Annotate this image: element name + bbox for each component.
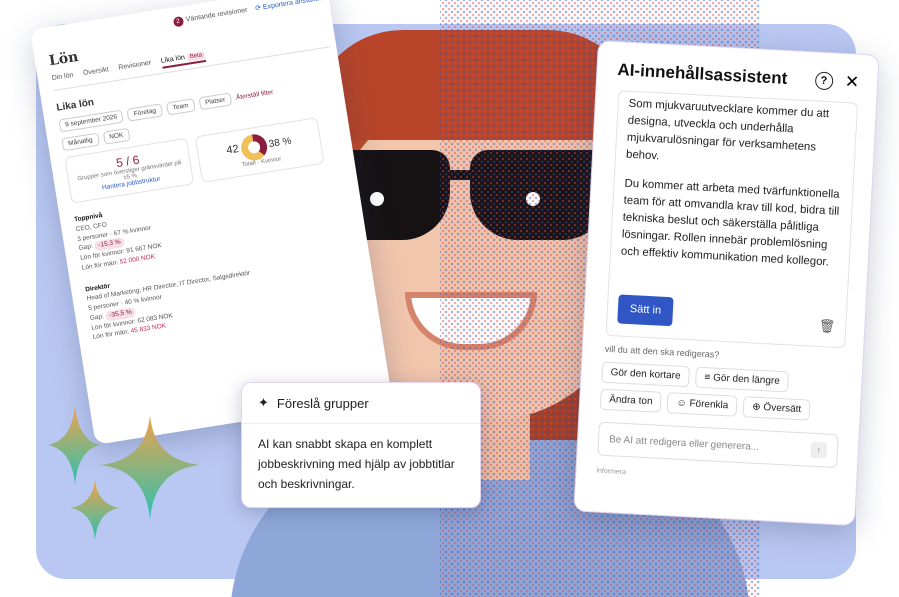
reset-filter-link[interactable]: Återställ filter [236,89,274,102]
help-icon[interactable]: ? [814,71,834,91]
period-select[interactable]: Månatlig [61,132,100,152]
generated-text-box[interactable]: Som mjukvaruutvecklare kommer du att des… [605,90,859,349]
prompt-input[interactable]: Be AI att redigera eller generera... ↑ [597,421,839,469]
tab-oversikt[interactable]: Översikt [83,66,110,81]
filter-team[interactable]: Team [165,98,196,116]
tab-lika-lon[interactable]: Lika lön Beta [160,50,207,69]
popup-title: Föreslå grupper [276,395,369,411]
tab-revisioner[interactable]: Revisioner [118,59,152,75]
footer-note: informera [596,467,627,477]
simplify-button[interactable]: ☺ Förenkla [666,392,738,417]
insert-button[interactable]: Sätt in [617,294,674,327]
sparkle-icon [48,405,200,540]
generated-paragraph: Som mjukvaruutvecklare kommer du att des… [625,97,830,163]
send-icon[interactable]: ↑ [810,441,828,459]
popup-body: AI kan snabbt skapa en komplett jobbeskr… [258,437,455,491]
payroll-card: 2 Väntande revisioner ⟳ Exportera anställ… [30,0,393,445]
make-longer-button[interactable]: ≡ Gör den längre [694,366,790,393]
generated-paragraph: Du kommer att arbeta med tvärfunktionell… [620,177,840,269]
translate-button[interactable]: ⊕ Översätt [742,396,811,421]
filter-company[interactable]: Företag [126,103,163,122]
currency-select[interactable]: NOK [102,127,131,145]
make-shorter-button[interactable]: Gör den kortare [601,361,691,388]
tab-din-lon[interactable]: Din lön [51,72,74,86]
close-icon[interactable]: ✕ [844,72,859,93]
filter-places[interactable]: Platser [198,92,233,111]
sparkle-icon: ✦ [258,395,269,410]
ai-content-assistant-panel: AI-innehållsassistent ? ✕ Som mjukvaruut… [573,40,880,527]
trash-icon[interactable]: 🗑 [818,317,835,335]
action-chips: Gör den kortare ≡ Gör den längre Ändra t… [599,361,842,422]
suggest-groups-popup: ✦ Föreslå grupper AI kan snabbt skapa en… [241,382,481,508]
panel-title: AI-innehållsassistent [616,60,788,88]
change-tone-button[interactable]: Ändra ton [599,388,663,413]
